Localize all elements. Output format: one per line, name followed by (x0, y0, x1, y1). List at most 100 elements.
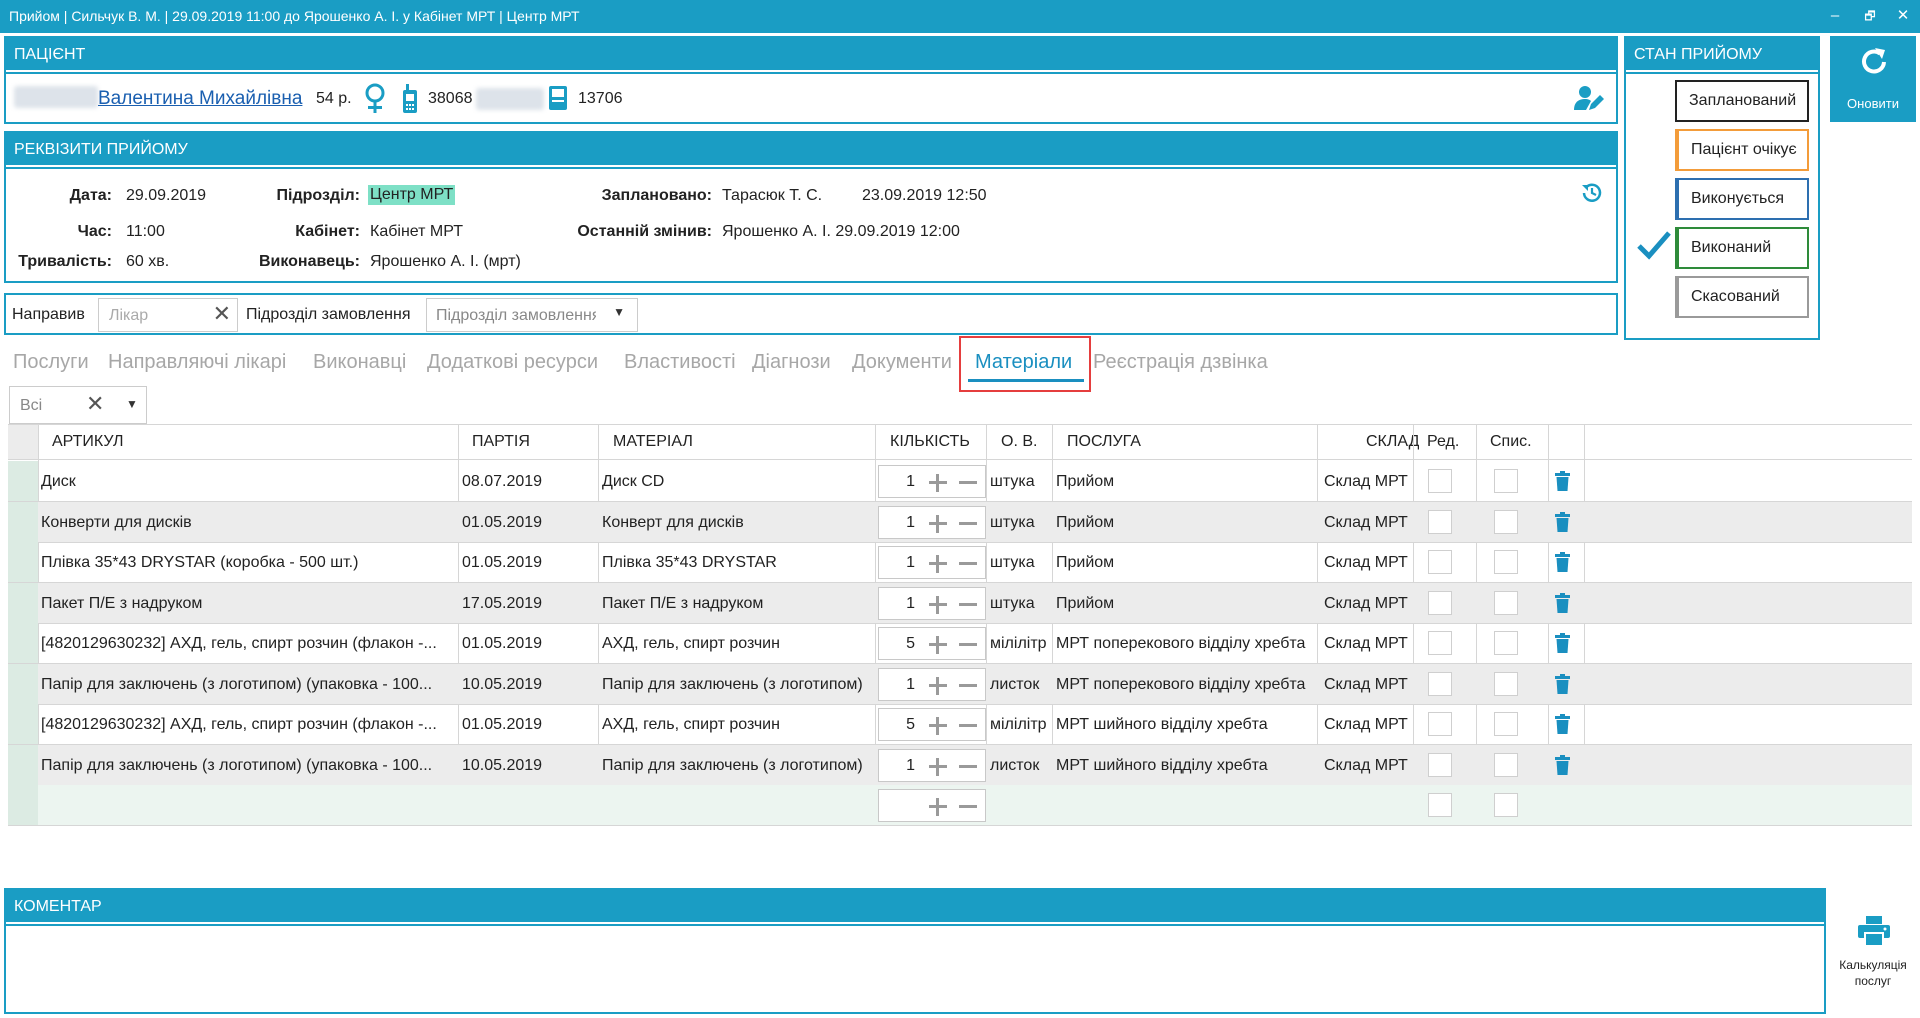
clear-filter-icon[interactable]: ✕ (86, 391, 104, 417)
tab-referring-doctors[interactable]: Направляючі лікарі (108, 351, 286, 374)
minus-icon[interactable] (959, 521, 977, 525)
minus-icon[interactable] (959, 562, 977, 565)
writeoff-checkbox[interactable] (1494, 590, 1518, 615)
writeoff-checkbox[interactable] (1494, 671, 1518, 696)
edit-checkbox[interactable] (1428, 631, 1452, 655)
table-row[interactable]: [4820129630232] АХД, гель, спирт розчин … (8, 623, 1912, 664)
quantity-stepper[interactable]: 5 (878, 627, 986, 660)
edit-checkbox[interactable] (1428, 712, 1452, 736)
tab-services[interactable]: Послуги (13, 351, 89, 374)
plus-icon[interactable] (929, 514, 947, 533)
table-row[interactable]: Диск 08.07.2019 Диск CD 1 штука Прийом Склад М… (8, 461, 1912, 502)
cost-calculation-button[interactable]: Калькуляція послуг (1830, 910, 1916, 1002)
state-completed-button[interactable]: Виконаний (1675, 227, 1809, 269)
col-store[interactable]: СКЛАД (1366, 425, 1419, 459)
tab-diagnoses[interactable]: Діагнози (752, 351, 831, 374)
clear-doctor-icon[interactable]: ✕ (213, 301, 231, 327)
plus-icon[interactable] (929, 595, 947, 614)
minus-icon[interactable] (959, 724, 977, 727)
table-row[interactable]: Конверти для дисків 01.05.2019 Конверт для… (8, 501, 1912, 543)
quantity-stepper[interactable]: 1 (878, 505, 986, 539)
edit-checkbox[interactable] (1428, 550, 1452, 574)
col-writeoff[interactable]: Спис. (1490, 425, 1532, 459)
quantity-stepper[interactable]: 1 (878, 546, 986, 579)
tab-call-registration[interactable]: Реєстрація дзвінка (1093, 351, 1268, 374)
writeoff-checkbox[interactable] (1494, 752, 1518, 777)
minus-icon[interactable] (959, 805, 977, 808)
minus-icon[interactable] (959, 481, 977, 484)
state-cancelled-button[interactable]: Скасований (1675, 276, 1809, 318)
table-row[interactable]: Папір для заключень (з логотипом) (упако… (8, 663, 1912, 705)
edit-checkbox[interactable] (1428, 671, 1452, 696)
edit-checkbox[interactable] (1428, 590, 1452, 615)
tab-additional-resources[interactable]: Додаткові ресурси (427, 351, 598, 374)
referring-doctor-input[interactable]: Лікар ✕ (98, 298, 238, 332)
plus-icon[interactable] (929, 757, 947, 776)
writeoff-checkbox[interactable] (1494, 509, 1518, 534)
quantity-stepper[interactable]: 1 (878, 586, 986, 620)
minus-icon[interactable] (959, 683, 977, 687)
col-unit[interactable]: О. В. (1001, 425, 1037, 459)
delete-icon[interactable] (1555, 714, 1570, 734)
delete-icon[interactable] (1555, 471, 1570, 491)
edit-checkbox[interactable] (1428, 752, 1452, 777)
writeoff-checkbox[interactable] (1494, 793, 1518, 817)
plus-icon[interactable] (929, 717, 947, 735)
delete-icon[interactable] (1555, 633, 1570, 653)
delete-icon[interactable] (1555, 511, 1570, 532)
row-selector[interactable] (8, 663, 38, 704)
quantity-stepper[interactable]: 1 (878, 667, 986, 701)
history-icon[interactable] (1580, 181, 1604, 205)
plus-icon[interactable] (929, 555, 947, 573)
table-row[interactable]: [4820129630232] АХД, гель, спирт розчин … (8, 704, 1912, 745)
table-row[interactable]: Плівка 35*43 DRYSTAR (коробка - 500 шт.)… (8, 542, 1912, 583)
row-selector[interactable] (8, 744, 38, 785)
state-planned-button[interactable]: Запланований (1675, 80, 1809, 122)
table-row[interactable]: Пакет П/Е з надруком 17.05.2019 Пакет П/Е … (8, 582, 1912, 624)
col-service[interactable]: ПОСЛУГА (1067, 425, 1141, 459)
quantity-stepper[interactable]: 5 (878, 708, 986, 741)
row-selector[interactable] (8, 542, 38, 582)
refresh-button[interactable]: Оновити (1830, 36, 1916, 122)
edit-patient-icon[interactable] (1574, 84, 1604, 112)
delete-icon[interactable] (1555, 552, 1570, 572)
edit-checkbox[interactable] (1428, 793, 1452, 817)
tab-materials[interactable]: Матеріали (975, 351, 1072, 374)
writeoff-checkbox[interactable] (1494, 631, 1518, 655)
plus-icon[interactable] (929, 474, 947, 492)
minus-icon[interactable] (959, 602, 977, 606)
close-button[interactable]: ✕ (1888, 4, 1918, 28)
writeoff-checkbox[interactable] (1494, 712, 1518, 736)
edit-checkbox[interactable] (1428, 469, 1452, 493)
state-in-progress-button[interactable]: Виконується (1675, 178, 1809, 220)
col-edit[interactable]: Ред. (1427, 425, 1459, 459)
comment-textarea[interactable] (6, 928, 1824, 1012)
minimize-button[interactable]: – (1820, 4, 1850, 28)
tab-performers[interactable]: Виконавці (313, 351, 406, 374)
row-selector[interactable] (8, 461, 38, 501)
edit-checkbox[interactable] (1428, 509, 1452, 534)
quantity-stepper[interactable]: 1 (878, 465, 986, 498)
writeoff-checkbox[interactable] (1494, 469, 1518, 493)
table-row[interactable]: Папір для заключень (з логотипом) (упако… (8, 744, 1912, 786)
state-waiting-button[interactable]: Пацієнт очікує (1675, 129, 1809, 171)
delete-icon[interactable] (1555, 673, 1570, 694)
col-article[interactable]: АРТИКУЛ (52, 425, 124, 459)
tab-documents[interactable]: Документи (852, 351, 952, 374)
quantity-stepper[interactable]: 1 (878, 748, 986, 782)
quantity-stepper[interactable] (878, 789, 986, 822)
new-row[interactable] (8, 785, 1912, 826)
row-selector[interactable] (8, 785, 38, 825)
minus-icon[interactable] (959, 764, 977, 768)
delete-icon[interactable] (1555, 592, 1570, 613)
col-batch[interactable]: ПАРТІЯ (472, 425, 530, 459)
restore-button[interactable]: 🗗 (1855, 4, 1885, 28)
row-selector[interactable] (8, 704, 38, 744)
tab-properties[interactable]: Властивості (624, 351, 736, 374)
row-selector[interactable] (8, 582, 38, 623)
writeoff-checkbox[interactable] (1494, 550, 1518, 574)
materials-filter-select[interactable]: Всі ✕ ▼ (9, 386, 147, 424)
minus-icon[interactable] (959, 643, 977, 646)
plus-icon[interactable] (929, 798, 947, 816)
order-department-select[interactable]: Підрозділ замовлення ▼ (426, 298, 638, 332)
